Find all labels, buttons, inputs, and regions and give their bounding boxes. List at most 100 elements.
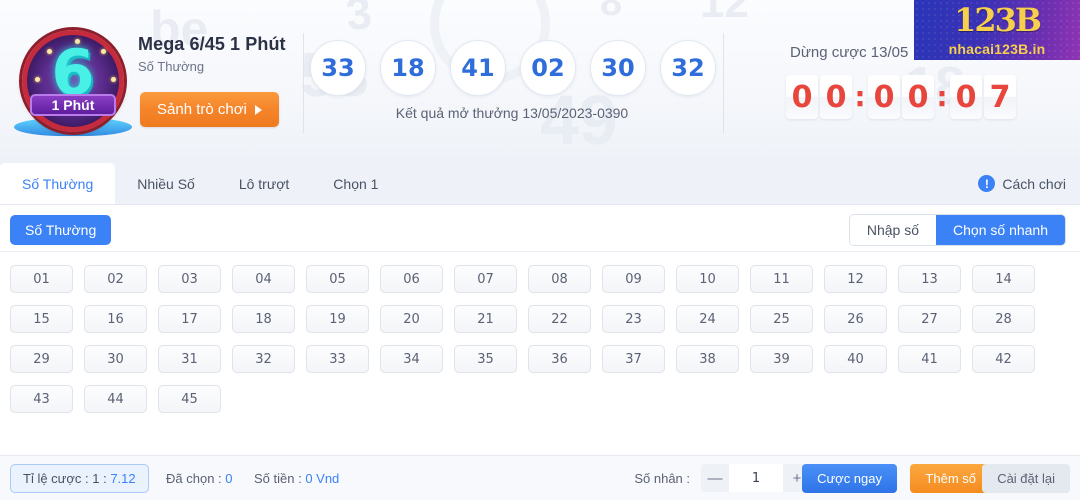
tab-lo-truot[interactable]: Lô trượt xyxy=(217,163,311,204)
number-cell[interactable]: 31 xyxy=(158,345,221,373)
game-header: be 3 8 12 53 49 18 6 1 Phút Mega 6/45 1 … xyxy=(0,0,1080,163)
number-cell[interactable]: 26 xyxy=(824,305,887,333)
number-cell[interactable]: 43 xyxy=(10,385,73,413)
number-cell[interactable]: 33 xyxy=(306,345,369,373)
number-cell[interactable]: 10 xyxy=(676,265,739,293)
multiplier-label: Số nhân : xyxy=(634,471,690,486)
multiplier-decrement-button[interactable]: — xyxy=(701,464,729,492)
watermark-text: 3 xyxy=(343,0,375,41)
number-cell[interactable]: 13 xyxy=(898,265,961,293)
number-cell[interactable]: 12 xyxy=(824,265,887,293)
number-cell[interactable]: 28 xyxy=(972,305,1035,333)
odds-badge[interactable]: Tỉ lệ cược : 1 : 7.12 xyxy=(10,464,149,493)
bet-now-button[interactable]: Cược ngay xyxy=(802,464,897,493)
number-cell[interactable]: 30 xyxy=(84,345,147,373)
bet-mode-button[interactable]: Số Thường xyxy=(10,215,112,245)
number-cell[interactable]: 06 xyxy=(380,265,443,293)
number-cell[interactable]: 14 xyxy=(972,265,1035,293)
game-logo: 6 1 Phút xyxy=(14,30,132,136)
info-icon: ! xyxy=(978,175,996,192)
number-cell[interactable]: 11 xyxy=(750,265,813,293)
lobby-button[interactable]: Sảnh trò chơi xyxy=(140,92,279,127)
number-cell[interactable]: 22 xyxy=(528,305,591,333)
number-cell[interactable]: 36 xyxy=(528,345,591,373)
bet-mode-label: Số Thường xyxy=(25,222,97,238)
chosen-count: Đã chọn : 0 xyxy=(166,471,233,486)
number-cell[interactable]: 07 xyxy=(454,265,517,293)
number-row: 15 16 17 18 19 20 21 22 23 24 25 26 27 2… xyxy=(10,305,1080,333)
reset-button[interactable]: Cài đặt lại xyxy=(982,464,1070,493)
brand-watermark-logo: 123B nhacai123B.in xyxy=(914,0,1080,60)
add-number-button[interactable]: Thêm số xyxy=(910,464,991,493)
number-cell[interactable]: 15 xyxy=(10,305,73,333)
number-cell[interactable]: 03 xyxy=(158,265,221,293)
odds-value: 7.12 xyxy=(110,471,136,486)
number-cell[interactable]: 40 xyxy=(824,345,887,373)
number-cell[interactable]: 37 xyxy=(602,345,665,373)
tab-nhieu-so[interactable]: Nhiều Số xyxy=(115,163,217,204)
tab-so-thuong[interactable]: Số Thường xyxy=(0,163,116,204)
number-cell[interactable]: 32 xyxy=(232,345,295,373)
number-cell[interactable]: 41 xyxy=(898,345,961,373)
multiplier-stepper: — 1 + xyxy=(701,464,811,492)
number-cell[interactable]: 18 xyxy=(232,305,295,333)
number-cell[interactable]: 24 xyxy=(676,305,739,333)
number-row: 29 30 31 32 33 34 35 36 37 38 39 40 41 4… xyxy=(10,345,1080,373)
number-cell[interactable]: 01 xyxy=(10,265,73,293)
number-cell[interactable]: 45 xyxy=(158,385,221,413)
watermark-text: 8 xyxy=(600,0,623,24)
tab-label: Nhiều Số xyxy=(137,175,195,192)
tab-chon-1[interactable]: Chọn 1 xyxy=(311,163,400,204)
number-cell[interactable]: 42 xyxy=(972,345,1035,373)
chosen-value: 0 xyxy=(225,471,233,486)
tab-bar: Số Thường Nhiều Số Lô trượt Chọn 1 ! Các… xyxy=(0,163,1080,205)
game-subtitle: Số Thường xyxy=(138,59,205,74)
number-row: 43 44 45 xyxy=(10,385,1080,413)
number-cell[interactable]: 17 xyxy=(158,305,221,333)
segment-label: Chọn số nhanh xyxy=(953,222,1048,238)
number-cell[interactable]: 38 xyxy=(676,345,739,373)
how-to-play-label: Cách chơi xyxy=(1002,175,1066,192)
number-cell[interactable]: 23 xyxy=(602,305,665,333)
bet-toolbar: Số Thường Nhập số Chọn số nhanh xyxy=(0,205,1080,252)
segment-manual-input[interactable]: Nhập số xyxy=(849,215,937,245)
number-cell[interactable]: 16 xyxy=(84,305,147,333)
countdown-digit: 0 xyxy=(820,75,852,119)
odds-label: Tỉ lệ cược : 1 : xyxy=(23,471,111,486)
number-cell[interactable]: 09 xyxy=(602,265,665,293)
input-mode-segmented-control: Nhập số Chọn số nhanh xyxy=(848,214,1066,246)
segment-quick-pick[interactable]: Chọn số nhanh xyxy=(936,215,1065,245)
result-ball: 32 xyxy=(660,40,716,96)
result-caption: Kết quả mở thưởng 13/05/2023-0390 xyxy=(395,105,629,121)
number-cell[interactable]: 05 xyxy=(306,265,369,293)
title-block: Mega 6/45 1 Phút Số Thường xyxy=(138,34,286,74)
number-cell[interactable]: 27 xyxy=(898,305,961,333)
result-balls: 33 18 41 02 30 32 xyxy=(310,40,716,96)
result-ball: 33 xyxy=(310,40,366,96)
number-cell[interactable]: 19 xyxy=(306,305,369,333)
brand-monogram-icon: 123B xyxy=(954,1,1042,39)
number-cell[interactable]: 35 xyxy=(454,345,517,373)
amount-value: 0 Vnd xyxy=(305,471,340,486)
result-ball: 02 xyxy=(520,40,576,96)
logo-label: 1 Phút xyxy=(30,94,116,116)
number-cell[interactable]: 08 xyxy=(528,265,591,293)
number-cell[interactable]: 04 xyxy=(232,265,295,293)
number-cell[interactable]: 39 xyxy=(750,345,813,373)
segment-label: Nhập số xyxy=(866,222,920,238)
stop-bet-label: Dừng cược 13/05 xyxy=(790,44,909,61)
number-cell[interactable]: 02 xyxy=(84,265,147,293)
countdown-digit: 7 xyxy=(984,75,1016,119)
number-cell[interactable]: 29 xyxy=(10,345,73,373)
how-to-play-link[interactable]: ! Cách chơi xyxy=(978,163,1066,204)
number-cell[interactable]: 34 xyxy=(380,345,443,373)
number-cell[interactable]: 25 xyxy=(750,305,813,333)
result-ball: 30 xyxy=(590,40,646,96)
watermark-text: 12 xyxy=(700,0,749,27)
number-cell[interactable]: 20 xyxy=(380,305,443,333)
number-cell[interactable]: 44 xyxy=(84,385,147,413)
number-cell[interactable]: 21 xyxy=(454,305,517,333)
multiplier-input[interactable]: 1 xyxy=(729,464,783,492)
header-divider-right xyxy=(723,33,724,133)
countdown-separator: : xyxy=(936,80,948,113)
